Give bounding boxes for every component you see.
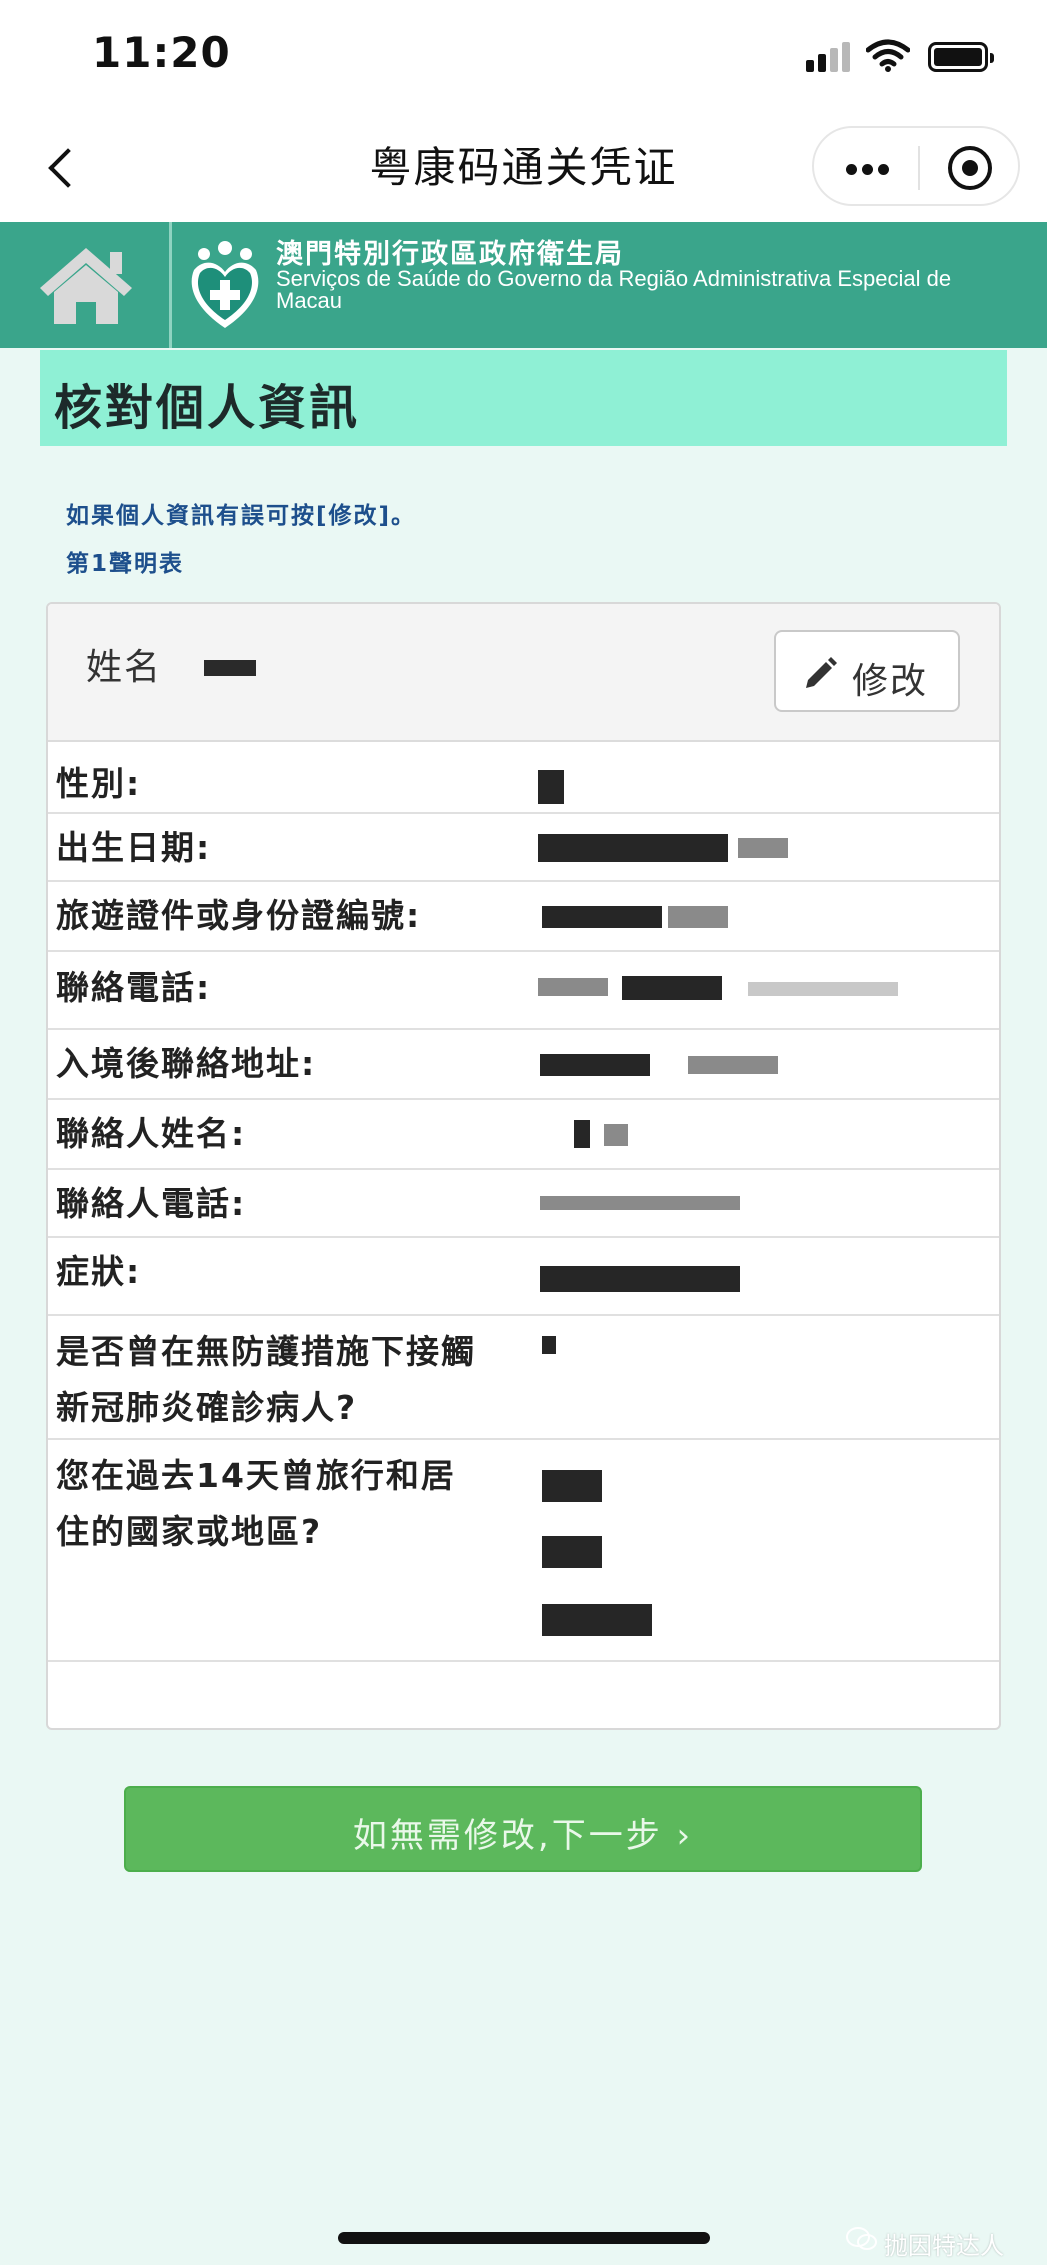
signal-icon: [806, 40, 852, 72]
row-contact-history: 是否曾在無防護措施下接觸 新冠肺炎確診病人?: [48, 1316, 999, 1440]
row-label: 是否曾在無防護措施下接觸 新冠肺炎確診病人?: [56, 1324, 546, 1436]
gov-banner: 澳門特別行政區政府衛生局 Serviços de Saúde do Govern…: [0, 222, 1047, 348]
row-contact-phone: 聯絡人電話:: [48, 1170, 999, 1238]
row-symptoms: 症狀:: [48, 1238, 999, 1316]
row-phone: 聯絡電話:: [48, 952, 999, 1030]
row-id-number: 旅遊證件或身份證編號:: [48, 882, 999, 952]
redacted-value: [540, 1054, 650, 1076]
row-gender: 性別:: [48, 744, 999, 814]
next-step-label: 如無需修改,下一步 ›: [352, 1816, 694, 1856]
edit-hint: 如果個人資訊有誤可按[修改]。: [66, 503, 417, 529]
row-label-line1: 您在過去14天曾旅行和居: [56, 1456, 456, 1495]
nav-bar: 粤康码通关凭证: [0, 110, 1047, 222]
redacted-value: [738, 838, 788, 858]
edit-label: 修改: [852, 661, 929, 702]
close-mini-program-button[interactable]: [930, 138, 1010, 198]
row-label: 您在過去14天曾旅行和居 住的國家或地區?: [56, 1448, 546, 1560]
wifi-icon: [866, 39, 910, 72]
row-label: 旅遊證件或身份證編號:: [56, 896, 422, 935]
health-emblem-icon: [191, 241, 259, 328]
mini-program-capsule: [812, 126, 1020, 206]
redacted-value: [542, 1536, 602, 1568]
row-label: 症狀:: [56, 1252, 142, 1291]
status-bar: 11:20: [0, 0, 1047, 110]
section-heading: 核對個人資訊: [40, 350, 1007, 446]
edit-button[interactable]: 修改: [774, 630, 960, 712]
more-button[interactable]: [824, 138, 910, 198]
redacted-value: [604, 1124, 628, 1146]
redacted-value: [538, 834, 728, 862]
name-value-redacted: [204, 660, 256, 676]
redacted-value: [542, 1470, 602, 1502]
row-label-line2: 住的國家或地區?: [56, 1512, 323, 1551]
row-label-line2: 新冠肺炎確診病人?: [56, 1388, 358, 1427]
redacted-value: [668, 906, 728, 928]
watermark-text: 抛因特达人: [884, 2232, 1004, 2260]
wechat-icon: [846, 2227, 877, 2250]
row-label-line1: 是否曾在無防護措施下接觸: [56, 1332, 476, 1371]
home-button[interactable]: [0, 222, 172, 348]
redacted-value: [542, 906, 662, 928]
capsule-divider: [918, 146, 920, 190]
watermark: 抛因特达人: [846, 2226, 1004, 2260]
row-label: 出生日期:: [56, 828, 212, 867]
declaration-number: 第1聲明表: [66, 551, 185, 577]
row-contact-name: 聯絡人姓名:: [48, 1100, 999, 1170]
battery-icon: [928, 42, 994, 72]
org-name-pt-line2: Macau: [276, 288, 343, 313]
redacted-value: [540, 1266, 740, 1292]
redacted-value: [538, 978, 608, 996]
redacted-value: [542, 1336, 556, 1354]
name-label: 姓名: [86, 647, 163, 688]
redacted-value: [748, 982, 898, 996]
card-header: 姓名 修改: [48, 604, 999, 742]
redacted-value: [538, 770, 564, 804]
row-label: 性別:: [56, 764, 142, 803]
row-travel-history: 您在過去14天曾旅行和居 住的國家或地區?: [48, 1440, 999, 1662]
row-birthdate: 出生日期:: [48, 814, 999, 882]
row-address: 入境後聯絡地址:: [48, 1030, 999, 1100]
org-name-pt-line1: Serviços de Saúde do Governo da Região A…: [276, 266, 952, 291]
row-label: 入境後聯絡地址:: [56, 1044, 317, 1083]
home-icon: [40, 248, 132, 324]
redacted-value: [688, 1056, 778, 1074]
status-time: 11:20: [92, 28, 231, 77]
info-card: 姓名 修改 性別: 出生日期: 旅遊證件或身份證編號: 聯絡電話: 入境後聯絡地…: [46, 602, 1001, 1730]
org-name-pt: Serviços de Saúde do Governo da Região A…: [276, 268, 996, 312]
redacted-value: [540, 1196, 740, 1210]
row-label: 聯絡電話:: [56, 968, 212, 1007]
redacted-value: [574, 1120, 590, 1148]
page-title: 核對個人資訊: [54, 380, 361, 436]
redacted-value: [622, 976, 722, 1000]
row-label: 聯絡人姓名:: [56, 1114, 247, 1153]
redacted-value: [542, 1604, 652, 1636]
row-label: 聯絡人電話:: [56, 1184, 247, 1223]
next-step-button[interactable]: 如無需修改,下一步 ›: [124, 1786, 922, 1872]
pencil-icon: [806, 657, 837, 688]
home-indicator[interactable]: [338, 2232, 710, 2244]
